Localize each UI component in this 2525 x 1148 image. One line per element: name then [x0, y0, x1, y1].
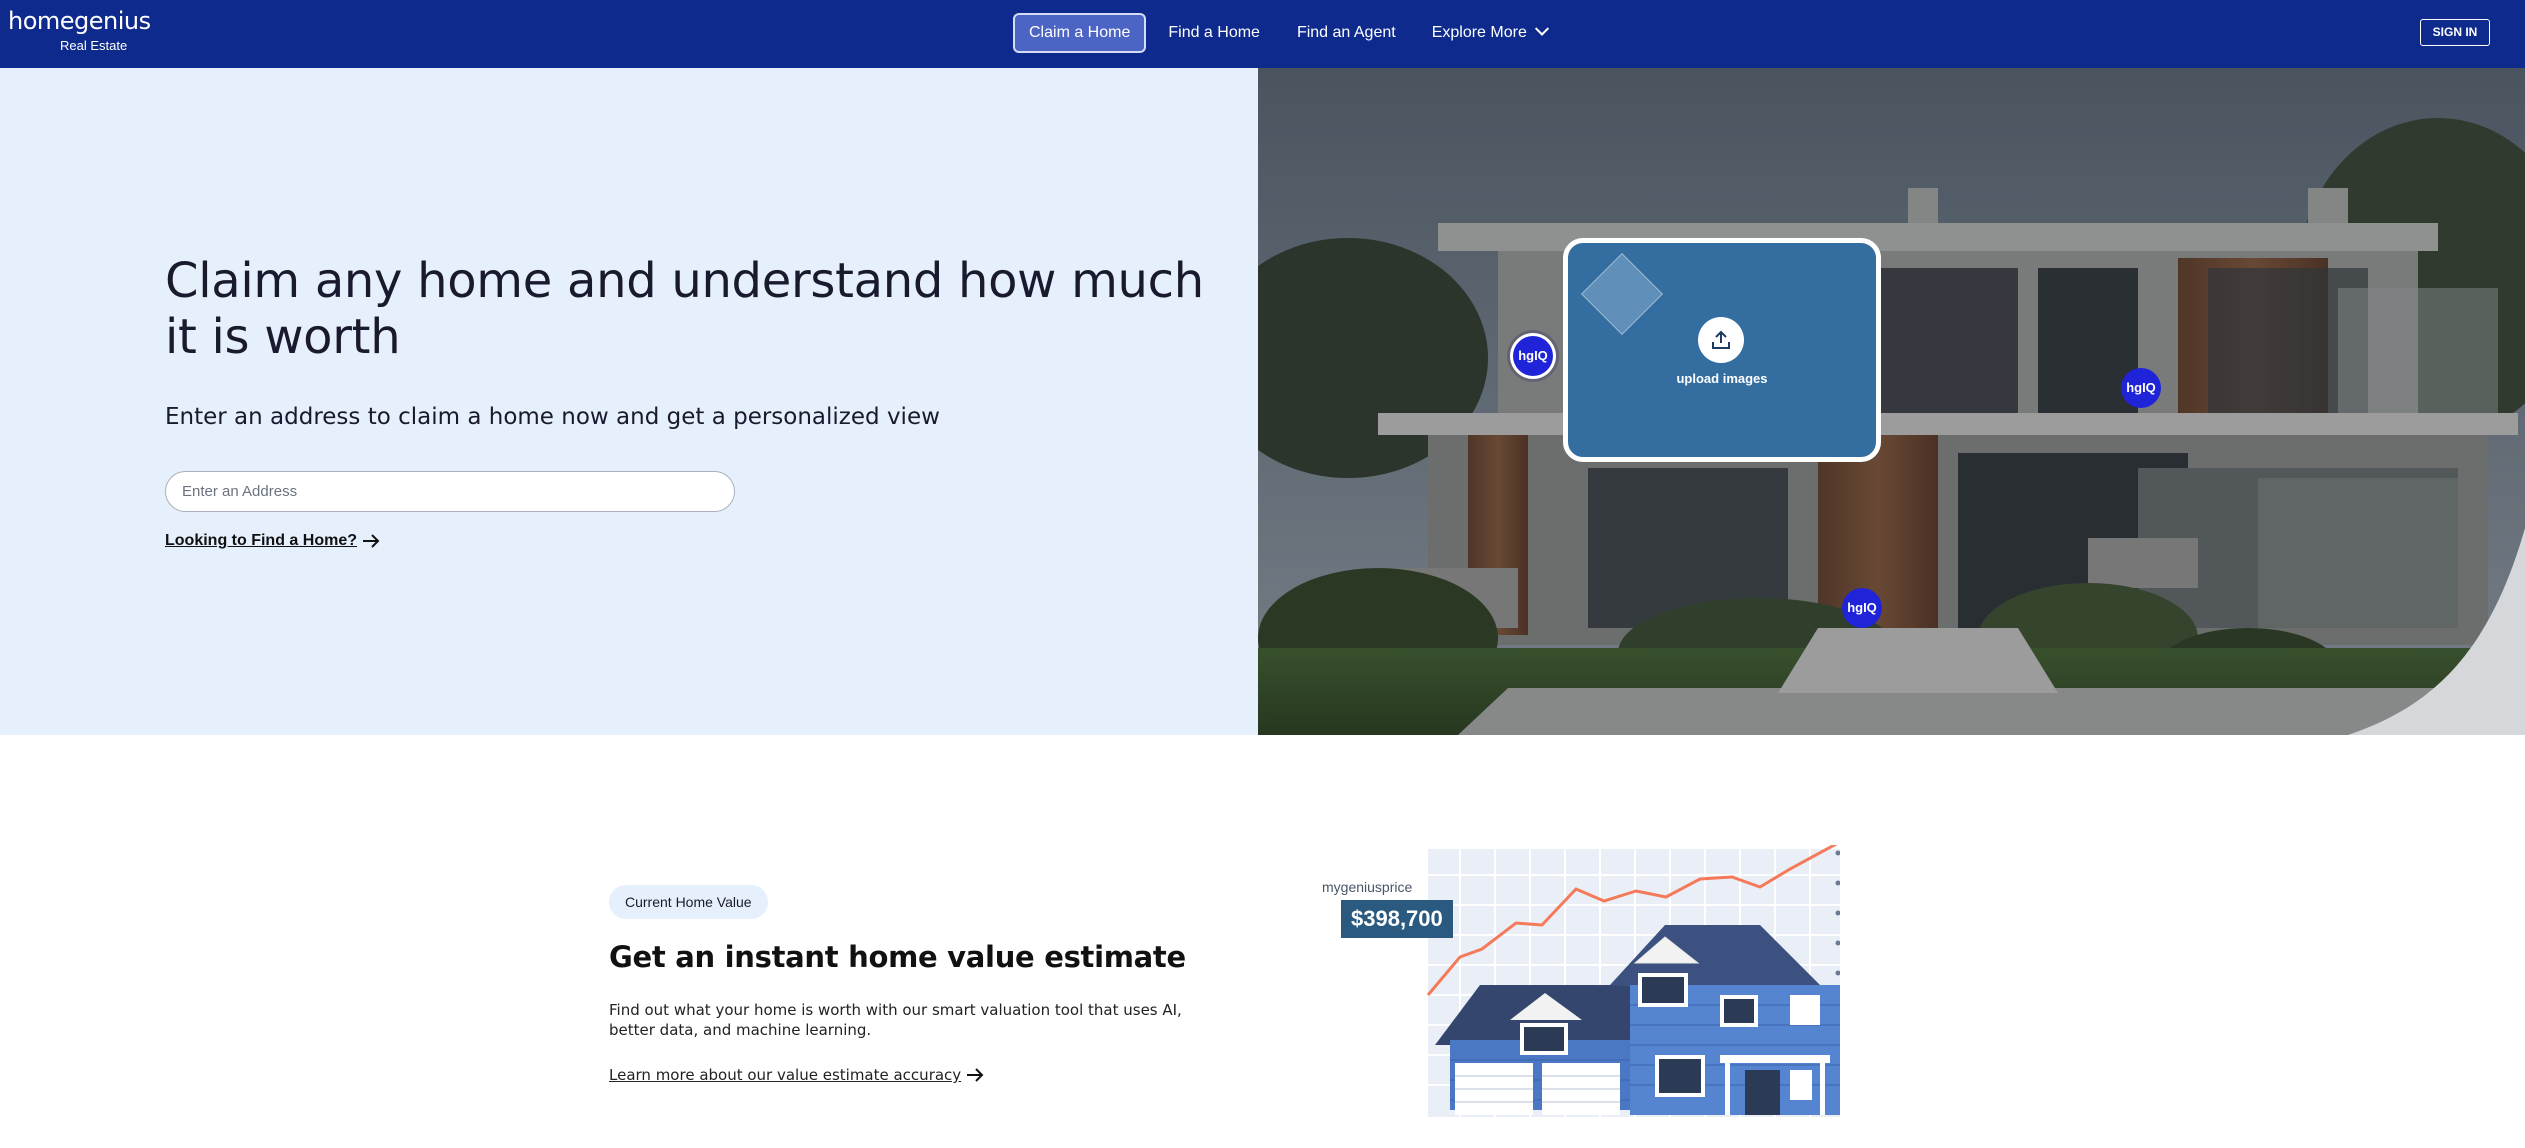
nav-explore-more-label: Explore More: [1431, 24, 1527, 41]
find-a-home-link[interactable]: Looking to Find a Home?: [165, 532, 381, 550]
learn-more-accuracy-link[interactable]: Learn more about our value estimate accu…: [609, 1066, 985, 1084]
nav-find-an-agent[interactable]: Find an Agent: [1297, 15, 1396, 51]
upload-icon: [1698, 317, 1744, 363]
hero-left-panel: [0, 68, 1258, 735]
current-home-value-badge: Current Home Value: [609, 885, 768, 919]
upload-images-card[interactable]: upload images: [1563, 238, 1881, 462]
modern-house-illustration: [1258, 68, 2525, 735]
nav-find-a-home[interactable]: Find a Home: [1168, 15, 1260, 51]
mygeniusprice-value: $398,700: [1341, 900, 1453, 938]
find-a-home-link-label: Looking to Find a Home?: [165, 532, 357, 549]
arrow-right-icon: [967, 1068, 984, 1082]
logo-subtitle: Real Estate: [60, 38, 128, 53]
sign-in-button[interactable]: SIGN IN: [2420, 19, 2490, 46]
nav-claim-a-home[interactable]: Claim a Home: [1013, 13, 1147, 53]
hgiq-hotspot-2[interactable]: hgIQ: [2121, 368, 2161, 408]
hero-house-image: [1258, 68, 2525, 735]
hero-subtitle: Enter an address to claim a home now and…: [165, 404, 940, 430]
value-section-description: Find out what your home is worth with ou…: [609, 1001, 1182, 1039]
value-section-title: Get an instant home value estimate: [609, 940, 1186, 974]
house-thumbnail-placeholder: [1580, 252, 1664, 336]
logo-wordmark: homegenius: [8, 7, 151, 35]
upload-images-label: upload images: [1676, 371, 1768, 386]
nav-explore-more[interactable]: Explore More: [1431, 15, 1549, 51]
top-nav: homegenius Real Estate Claim a Home Find…: [0, 0, 2525, 68]
hero-title: Claim any home and understand how much i…: [165, 253, 1204, 365]
hgiq-hotspot-1[interactable]: hgIQ: [1513, 336, 1553, 376]
address-search-input[interactable]: [165, 471, 735, 512]
arrow-right-icon: [362, 534, 380, 548]
hgiq-hotspot-3[interactable]: hgIQ: [1842, 588, 1882, 628]
mygeniusprice-label: mygeniusprice: [1322, 879, 1413, 895]
nav-links: Claim a Home Find a Home Find an Agent E…: [1013, 13, 1549, 53]
homegenius-logo[interactable]: homegenius Real Estate: [8, 6, 151, 53]
chevron-down-icon: [1534, 21, 1549, 36]
learn-more-accuracy-label: Learn more about our value estimate accu…: [609, 1066, 962, 1084]
